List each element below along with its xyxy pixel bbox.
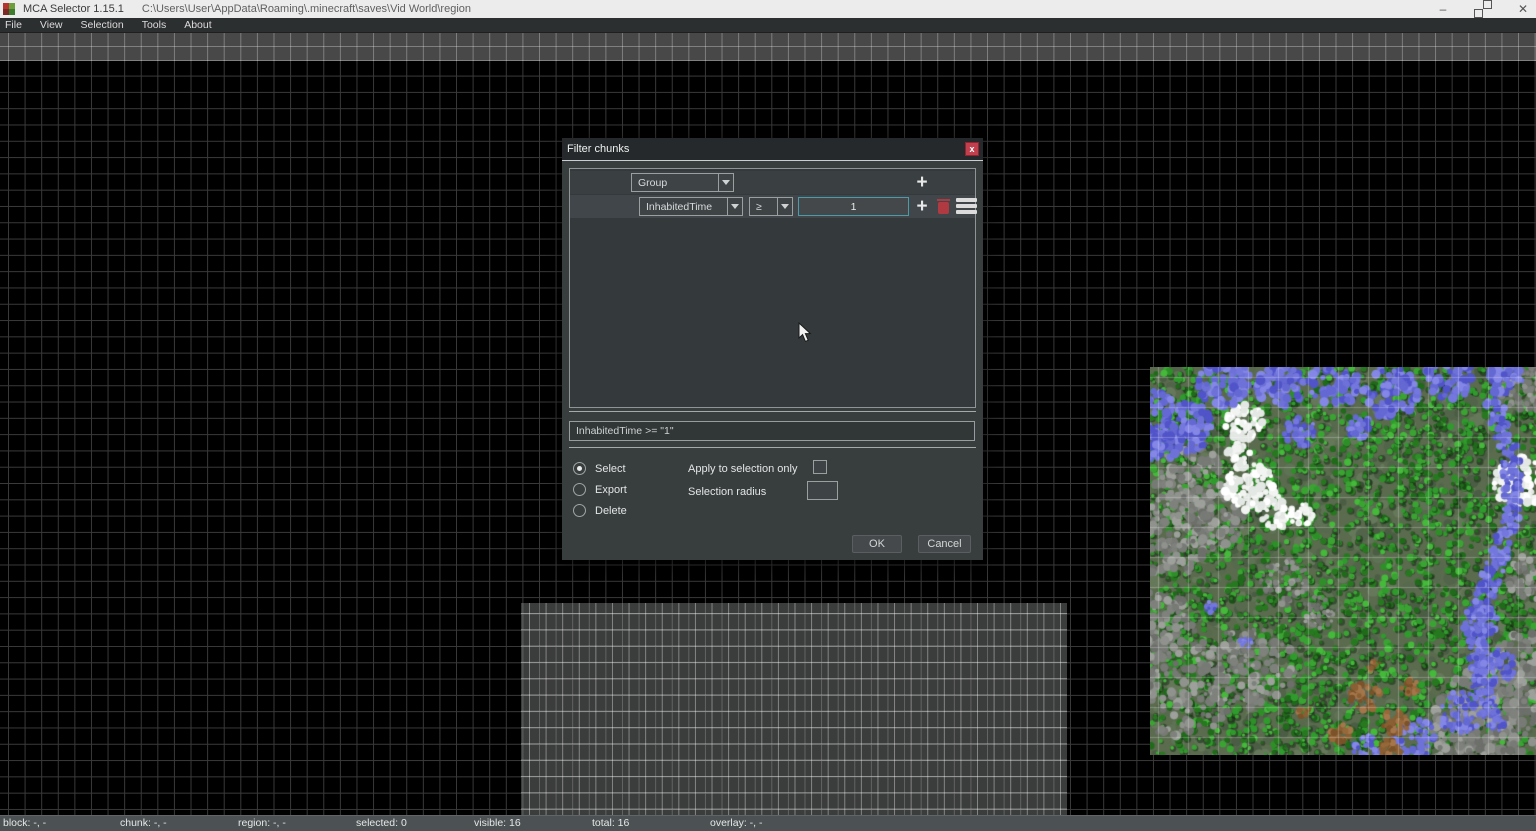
delete-filter-trash-icon[interactable] bbox=[938, 199, 949, 214]
menu-about[interactable]: About bbox=[175, 18, 220, 33]
chevron-down-icon[interactable] bbox=[718, 174, 733, 191]
menubar: File View Selection Tools About bbox=[0, 18, 1536, 33]
filter-value-input[interactable] bbox=[798, 197, 909, 216]
menu-view[interactable]: View bbox=[31, 18, 72, 33]
dialog-title: Filter chunks bbox=[567, 143, 629, 155]
cancel-button[interactable]: Cancel bbox=[918, 535, 971, 553]
separator bbox=[569, 447, 976, 448]
status-chunk: chunk: -, - bbox=[120, 817, 167, 829]
status-visible: visible: 16 bbox=[474, 817, 521, 829]
dialog-close-icon[interactable]: x bbox=[965, 142, 979, 156]
statusbar: block: -, - chunk: -, - region: -, - sel… bbox=[0, 815, 1536, 831]
add-filter-icon[interactable]: + bbox=[914, 197, 930, 216]
query-preview-box[interactable]: InhabitedTime >= "1" bbox=[569, 421, 975, 441]
app-icon bbox=[3, 3, 15, 15]
window-title: MCA Selector 1.15.1 bbox=[23, 3, 124, 15]
close-icon[interactable]: ✕ bbox=[1516, 0, 1530, 18]
menu-file[interactable]: File bbox=[0, 18, 31, 33]
map-preview[interactable] bbox=[1150, 367, 1536, 755]
separator bbox=[569, 411, 976, 412]
status-selected: selected: 0 bbox=[356, 817, 407, 829]
selection-radius-label: Selection radius bbox=[688, 486, 766, 498]
status-overlay: overlay: -, - bbox=[710, 817, 763, 829]
group-type-select[interactable]: Group bbox=[631, 173, 734, 192]
group-row: Group + bbox=[570, 171, 975, 194]
radio-delete-icon[interactable] bbox=[573, 504, 586, 517]
add-group-filter-icon[interactable]: + bbox=[914, 173, 930, 192]
apply-to-selection-checkbox[interactable] bbox=[813, 460, 827, 474]
selection-radius-input[interactable] bbox=[807, 481, 838, 500]
minimize-icon[interactable]: – bbox=[1436, 0, 1450, 18]
dialog-titlebar[interactable]: Filter chunks x bbox=[562, 138, 983, 161]
region-highlight-rect bbox=[521, 603, 1067, 815]
mca-selector-window: MCA Selector 1.15.1 C:\Users\User\AppDat… bbox=[0, 0, 1536, 831]
status-block: block: -, - bbox=[3, 817, 46, 829]
status-total: total: 16 bbox=[592, 817, 629, 829]
filter-chunks-dialog: Filter chunks x Group + InhabitedTime ≥ bbox=[562, 138, 983, 560]
mode-radio-export[interactable]: Export bbox=[573, 482, 627, 497]
radio-select-icon[interactable] bbox=[573, 462, 586, 475]
mode-radio-delete[interactable]: Delete bbox=[573, 503, 627, 518]
radio-export-icon[interactable] bbox=[573, 483, 586, 496]
window-titlebar: MCA Selector 1.15.1 C:\Users\User\AppDat… bbox=[0, 0, 1536, 18]
ok-button[interactable]: OK bbox=[852, 535, 902, 553]
window-file-path: C:\Users\User\AppData\Roaming\.minecraft… bbox=[142, 3, 471, 15]
filter-operator-select[interactable]: ≥ bbox=[749, 197, 793, 216]
chevron-down-icon[interactable] bbox=[727, 198, 742, 215]
filter-tree-panel: Group + InhabitedTime ≥ + bbox=[569, 168, 976, 408]
query-preview-text: InhabitedTime >= "1" bbox=[570, 425, 674, 437]
menu-tools[interactable]: Tools bbox=[133, 18, 176, 33]
mode-radio-select[interactable]: Select bbox=[573, 461, 626, 476]
region-row-loading bbox=[0, 33, 1536, 61]
move-filter-burger-icon[interactable] bbox=[956, 198, 977, 214]
filter-field-select[interactable]: InhabitedTime bbox=[639, 197, 743, 216]
chevron-down-icon[interactable] bbox=[777, 198, 792, 215]
status-region: region: -, - bbox=[238, 817, 286, 829]
filter-condition-row: InhabitedTime ≥ + bbox=[570, 195, 975, 218]
menu-selection[interactable]: Selection bbox=[72, 18, 133, 33]
apply-to-selection-label: Apply to selection only bbox=[688, 463, 797, 475]
